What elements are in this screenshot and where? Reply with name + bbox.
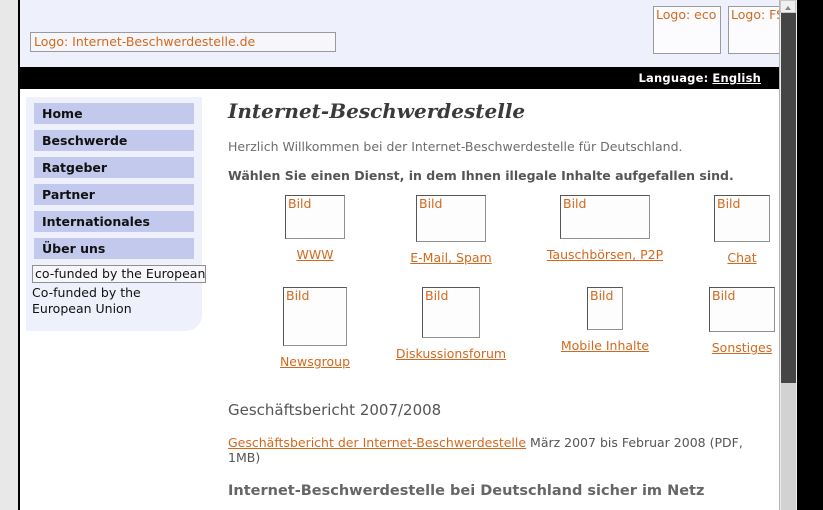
service-prompt-text: Wählen Sie einen Dienst, in dem Ihnen il…: [228, 168, 734, 183]
triangle-up-icon: [785, 6, 791, 10]
intro-text: Herzlich Willkommen bei der Internet-Bes…: [228, 139, 683, 154]
sidebar-item-internationales[interactable]: Internationales: [34, 211, 194, 232]
site-container: Logo: Internet-Beschwerdestelle.de Logo:…: [18, 0, 780, 510]
language-label: Language:: [638, 71, 709, 85]
service-grid: Bild WWW Bild E-Mail, Spam Bild Tauschbö: [254, 195, 780, 379]
report-line: Geschäftsbericht der Internet-Beschwerde…: [228, 435, 759, 465]
report-heading: Geschäftsbericht 2007/2008: [228, 401, 442, 419]
service-item-mobile-inhalte[interactable]: Bild Mobile Inhalte: [522, 287, 688, 353]
report-section: Geschäftsbericht 2007/2008 Geschäftsberi…: [228, 401, 759, 499]
sidebar-item-ueber-uns[interactable]: Über uns: [34, 238, 194, 259]
service-item-email-spam[interactable]: Bild E-Mail, Spam: [382, 195, 520, 265]
service-row-2: Bild Newsgroup Bild Diskussionsforum Bil…: [254, 287, 780, 379]
page-canvas: Logo: Internet-Beschwerdestelle.de Logo:…: [0, 0, 797, 510]
logo-eco-icon[interactable]: Logo: eco: [653, 6, 721, 54]
document-area: Logo: Internet-Beschwerdestelle.de Logo:…: [0, 0, 780, 510]
service-label-mobile-inhalte[interactable]: Mobile Inhalte: [522, 338, 688, 353]
service-label-newsgroup[interactable]: Newsgroup: [254, 354, 376, 369]
service-image-newsgroup: Bild: [283, 287, 347, 346]
sidebar: Home Beschwerde Ratgeber Partner Interna…: [26, 97, 206, 331]
sidebar-item-home[interactable]: Home: [34, 103, 194, 124]
sidebar-item-ratgeber[interactable]: Ratgeber: [34, 157, 194, 178]
service-image-www: Bild: [285, 195, 345, 239]
scrollbar-track[interactable]: [781, 383, 796, 510]
service-item-sonstiges[interactable]: Bild Sonstiges: [690, 287, 780, 355]
eu-funding-image: co-funded by the European Union: [32, 265, 206, 283]
service-image-mobile-inhalte: Bild: [587, 287, 623, 330]
service-item-newsgroup[interactable]: Bild Newsgroup: [254, 287, 376, 369]
dsin-heading: Internet-Beschwerdestelle bei Deutschlan…: [228, 483, 705, 499]
site-header: Logo: Internet-Beschwerdestelle.de Logo:…: [20, 0, 780, 67]
service-item-tauschboersen-p2p[interactable]: Bild Tauschbörsen, P2P: [522, 195, 688, 262]
language-bar: Language: English: [20, 67, 779, 89]
service-item-diskussionsforum[interactable]: Bild Diskussionsforum: [382, 287, 520, 361]
service-label-sonstiges[interactable]: Sonstiges: [690, 340, 780, 355]
page-title: Internet-Beschwerdestelle: [228, 99, 526, 123]
service-image-sonstiges: Bild: [709, 287, 775, 332]
service-image-tauschboersen-p2p: Bild: [560, 195, 650, 239]
report-pdf-link[interactable]: Geschäftsbericht der Internet-Beschwerde…: [228, 435, 526, 450]
logo-internet-beschwerdestelle-icon[interactable]: Logo: Internet-Beschwerdestelle.de: [30, 32, 336, 52]
scroll-up-button[interactable]: [780, 0, 796, 13]
browser-viewport: Logo: Internet-Beschwerdestelle.de Logo:…: [0, 0, 823, 510]
service-label-diskussionsforum[interactable]: Diskussionsforum: [382, 346, 520, 361]
sidebar-item-partner[interactable]: Partner: [34, 184, 194, 205]
service-row-1: Bild WWW Bild E-Mail, Spam Bild Tauschbö: [254, 195, 780, 287]
vertical-scrollbar[interactable]: [779, 0, 797, 510]
scrollbar-thumb[interactable]: [781, 13, 796, 383]
service-item-www[interactable]: Bild WWW: [254, 195, 376, 262]
main-content: Internet-Beschwerdestelle Herzlich Willk…: [210, 89, 779, 509]
service-label-www[interactable]: WWW: [254, 247, 376, 262]
service-item-chat[interactable]: Bild Chat: [690, 195, 780, 265]
service-image-email-spam: Bild: [416, 195, 486, 242]
service-label-email-spam[interactable]: E-Mail, Spam: [382, 250, 520, 265]
service-image-diskussionsforum: Bild: [422, 287, 480, 338]
eu-funding-caption: Co-funded by the European Union: [32, 285, 141, 316]
logo-fsm-icon[interactable]: Logo: FSM: [728, 6, 780, 54]
service-label-chat[interactable]: Chat: [690, 250, 780, 265]
language-selector-english[interactable]: English: [712, 71, 761, 85]
body-region: Home Beschwerde Ratgeber Partner Interna…: [20, 89, 779, 509]
service-label-tauschboersen-p2p[interactable]: Tauschbörsen, P2P: [522, 247, 688, 262]
service-image-chat: Bild: [714, 195, 770, 242]
sidebar-item-beschwerde[interactable]: Beschwerde: [34, 130, 194, 151]
